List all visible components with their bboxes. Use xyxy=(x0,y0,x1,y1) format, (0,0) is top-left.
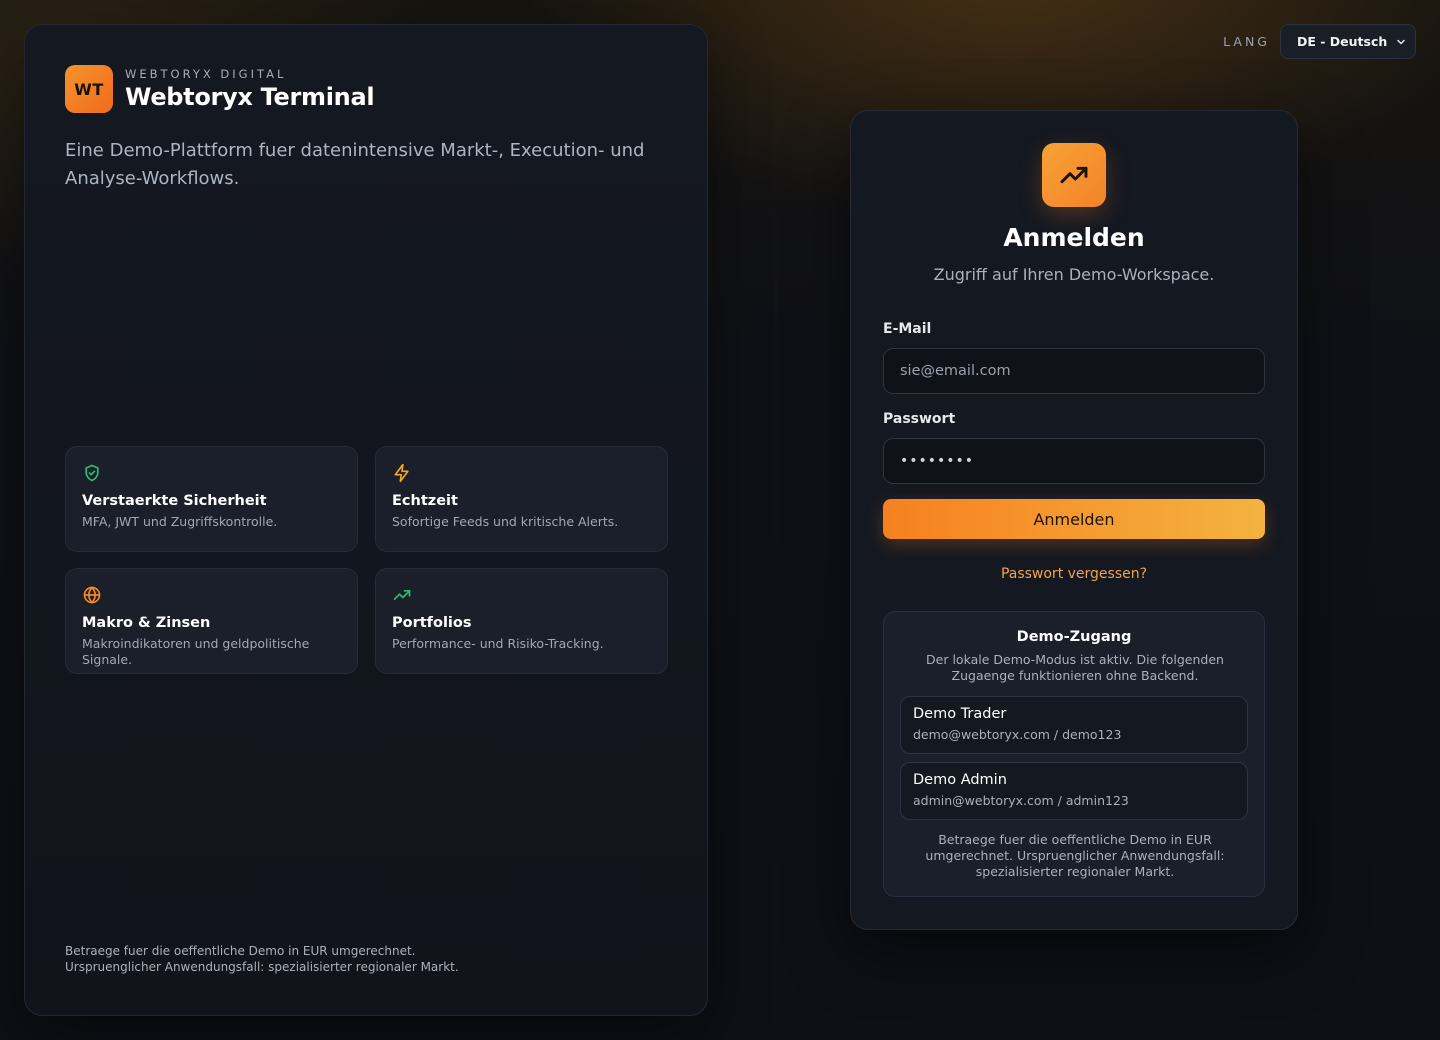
tagline: Eine Demo-Plattform fuer datenintensive … xyxy=(65,140,645,189)
email-label: E-Mail xyxy=(883,321,932,337)
demo-note: Betraege fuer die oeffentliche Demo in E… xyxy=(925,832,1225,879)
feature-title: Portfolios xyxy=(392,615,472,631)
footnote-line: Urspruenglicher Anwendungsfall: speziali… xyxy=(65,960,459,974)
feature-grid: Verstaerkte Sicherheit MFA, JWT und Zugr… xyxy=(65,446,668,674)
footnote: Betraege fuer die oeffentliche Demo in E… xyxy=(65,943,665,975)
login-button[interactable]: Anmelden xyxy=(883,499,1265,539)
demo-account-admin[interactable]: Demo Admin admin@webtoryx.com / admin123 xyxy=(900,762,1248,820)
feature-title: Verstaerkte Sicherheit xyxy=(82,493,267,509)
feature-description: Sofortige Feeds und kritische Alerts. xyxy=(392,514,619,529)
forgot-password-link[interactable]: Passwort vergessen? xyxy=(851,566,1297,582)
feature-title: Makro & Zinsen xyxy=(82,615,211,631)
login-logo xyxy=(1042,143,1106,207)
demo-account-credentials: admin@webtoryx.com / admin123 xyxy=(913,793,1129,808)
feature-card-realtime: Echtzeit Sofortige Feeds und kritische A… xyxy=(375,446,668,552)
feature-description: Performance- und Risiko-Tracking. xyxy=(392,636,604,651)
login-card: Anmelden Zugriff auf Ihren Demo-Workspac… xyxy=(850,110,1298,930)
lang-label: LANG xyxy=(1223,34,1270,49)
demo-account-name: Demo Trader xyxy=(913,706,1007,722)
demo-account-credentials: demo@webtoryx.com / demo123 xyxy=(913,727,1122,742)
login-title: Anmelden xyxy=(1003,223,1145,252)
brand: WT WEBTORYX DIGITAL Webtoryx Terminal xyxy=(65,65,375,113)
feature-description: MFA, JWT und Zugriffskontrolle. xyxy=(82,514,278,529)
trending-up-icon xyxy=(393,590,411,600)
language-select-value: DE - Deutsch xyxy=(1297,34,1388,49)
brand-logo: WT xyxy=(65,65,113,113)
lightning-icon xyxy=(394,463,409,483)
feature-description: Makroindikatoren und geldpolitische Sign… xyxy=(82,636,310,667)
demo-access-box: Demo-Zugang Der lokale Demo-Modus ist ak… xyxy=(883,611,1265,897)
password-value: •••••••• xyxy=(900,453,975,469)
demo-account-name: Demo Admin xyxy=(913,772,1007,788)
brand-title: Webtoryx Terminal xyxy=(125,83,375,111)
feature-title: Echtzeit xyxy=(392,493,458,509)
demo-account-trader[interactable]: Demo Trader demo@webtoryx.com / demo123 xyxy=(900,696,1248,754)
language-select[interactable]: DE - Deutsch xyxy=(1280,24,1416,59)
password-label: Passwort xyxy=(883,411,956,427)
feature-card-portfolios: Portfolios Performance- und Risiko-Track… xyxy=(375,568,668,674)
email-field[interactable] xyxy=(883,348,1265,394)
feature-card-macro: Makro & Zinsen Makroindikatoren und geld… xyxy=(65,568,358,674)
demo-title: Demo-Zugang xyxy=(1016,629,1132,645)
password-field[interactable]: •••••••• xyxy=(883,438,1265,484)
chevron-down-icon xyxy=(1397,39,1405,44)
language-switcher: LANG DE - Deutsch xyxy=(1223,24,1416,59)
info-panel: WT WEBTORYX DIGITAL Webtoryx Terminal Ei… xyxy=(24,24,708,1016)
login-subtitle: Zugriff auf Ihren Demo-Workspace. xyxy=(933,265,1215,284)
footnote-line: Betraege fuer die oeffentliche Demo in E… xyxy=(65,944,416,958)
trending-up-icon xyxy=(1060,166,1088,184)
feature-card-security: Verstaerkte Sicherheit MFA, JWT und Zugr… xyxy=(65,446,358,552)
shield-check-icon xyxy=(85,464,99,482)
globe-icon xyxy=(83,586,101,604)
demo-description: Der lokale Demo-Modus ist aktiv. Die fol… xyxy=(926,652,1224,683)
brand-company: WEBTORYX DIGITAL xyxy=(125,67,287,81)
